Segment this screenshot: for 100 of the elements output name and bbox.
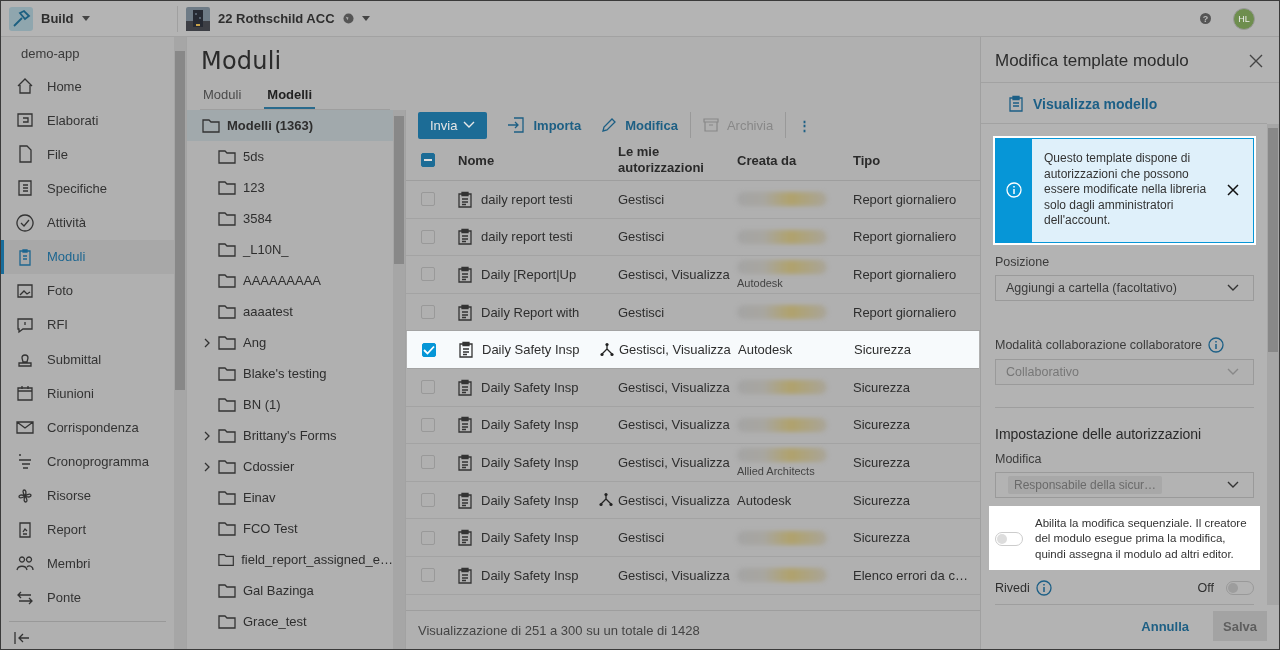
- sidebar-item[interactable]: Ponte: [1, 580, 174, 615]
- folder-icon: [218, 521, 236, 536]
- folder-icon: [218, 335, 236, 350]
- tree-item[interactable]: BN (1): [187, 389, 393, 420]
- cancel-button[interactable]: Annulla: [1141, 618, 1189, 634]
- column-header[interactable]: Creata da: [737, 152, 853, 168]
- table-row[interactable]: Daily [Report|Up Gestisci, Visualizza Autodesk Report giornaliero: [406, 256, 980, 294]
- table-cell-text: Report giornaliero: [853, 267, 958, 282]
- app-switcher[interactable]: Build: [41, 11, 90, 26]
- chevron-icon[interactable]: [203, 336, 211, 349]
- clipboard-icon: [1009, 95, 1023, 112]
- tree-item[interactable]: Grace_test: [187, 606, 393, 637]
- sidebar-item[interactable]: File: [1, 137, 174, 172]
- sidebar-item[interactable]: Corrispondenza: [1, 410, 174, 445]
- caret-icon[interactable]: [361, 16, 370, 21]
- sidebar-item[interactable]: Specifiche: [1, 171, 174, 206]
- sidebar-item[interactable]: Riunioni: [1, 376, 174, 411]
- select-all-checkbox[interactable]: [420, 153, 435, 167]
- clipboard-icon: [458, 378, 472, 396]
- tree-item[interactable]: 3584: [187, 203, 393, 234]
- user-avatar[interactable]: HL: [1233, 7, 1255, 30]
- sidebar-item[interactable]: Attività: [1, 205, 174, 240]
- help-button[interactable]: ?: [1200, 13, 1211, 24]
- table-row[interactable]: Daily Safety Insp Gestisci, Visualizza Autodesk Sicurezza: [407, 331, 979, 369]
- table-cell-text: Gestisci: [618, 191, 666, 207]
- table-cell-text: Sicurezza: [854, 342, 913, 358]
- sidebar-item[interactable]: RFI: [1, 307, 174, 342]
- table-cell-text: Gestisci: [618, 304, 666, 320]
- tree-item[interactable]: Cdossier: [187, 451, 393, 482]
- view-template-link[interactable]: Visualizza modello: [1009, 95, 1253, 112]
- table-cell-text: Gestisci, Visualizza: [618, 379, 731, 395]
- scrollbar-thumb[interactable]: [394, 116, 404, 264]
- table-row[interactable]: Daily Safety Insp Gestisci, Visualizza Sicurezza: [406, 406, 980, 445]
- table-row[interactable]: Daily Safety Insp Gestisci, Visualizza Sicurezza: [406, 368, 980, 407]
- table-row[interactable]: Daily Safety Insp Gestisci, Visualizza Elenco errori da c…: [406, 556, 980, 595]
- tree-item[interactable]: Gal Bazinga: [187, 575, 393, 606]
- sidebar-item[interactable]: Report: [1, 512, 174, 547]
- table-cell-text: Sicurezza: [853, 417, 912, 433]
- collapse-icon[interactable]: [13, 630, 31, 646]
- sidebar-item[interactable]: Cronoprogramma: [1, 444, 174, 479]
- chevron-down-icon: [1227, 367, 1239, 376]
- sidebar-item[interactable]: Risorse: [1, 478, 174, 513]
- tree-item[interactable]: Blake's testing: [187, 358, 393, 389]
- more-button[interactable]: ⋮: [798, 117, 812, 133]
- clipboard-icon: [458, 190, 472, 208]
- column-header[interactable]: Nome: [446, 152, 618, 168]
- table-row[interactable]: Daily Safety Insp Gestisci Sicurezza: [406, 519, 980, 557]
- tree-item[interactable]: Einav: [187, 482, 393, 513]
- row-checkbox[interactable]: [421, 342, 436, 357]
- table-cell-text: Gestisci, Visualizza: [618, 492, 731, 508]
- info-icon[interactable]: [1035, 580, 1052, 596]
- import-icon: [507, 117, 526, 133]
- folder-icon: [218, 304, 236, 319]
- toggle-switch[interactable]: [995, 531, 1023, 546]
- table-cell: Daily Report with: [481, 304, 580, 320]
- folder-icon: [218, 397, 236, 412]
- tree-item[interactable]: aaaatest: [187, 296, 393, 327]
- tree-item[interactable]: AAAAAAAAA: [187, 265, 393, 296]
- table-row[interactable]: daily report testi Gestisci Report giornaliero: [406, 181, 980, 219]
- scrollbar-thumb[interactable]: [175, 51, 185, 390]
- chevron-icon[interactable]: [203, 429, 211, 442]
- tree-item[interactable]: field_report_assigned_e…: [187, 544, 393, 575]
- sidebar-item[interactable]: Foto: [1, 273, 174, 308]
- table-cell: Daily Safety Insp: [481, 492, 579, 508]
- toggle-switch[interactable]: [1226, 581, 1254, 595]
- column-header[interactable]: Tipo: [853, 152, 980, 168]
- table-row[interactable]: daily report testi Gestisci Report giornaliero: [406, 218, 980, 257]
- chevron-icon[interactable]: [203, 460, 211, 473]
- toggle-state: Off: [1197, 581, 1214, 595]
- role-chip: Responsabile della sicur…: [1008, 475, 1163, 494]
- sidebar-item[interactable]: Membri: [1, 546, 174, 581]
- tree-item[interactable]: Modelli (1363): [187, 110, 393, 141]
- project-switcher[interactable]: 22 Rothschild ACC: [218, 11, 335, 26]
- tree-item[interactable]: FCO Test: [187, 513, 393, 544]
- close-icon[interactable]: [1227, 184, 1239, 197]
- tree-item[interactable]: _L10N_: [187, 234, 393, 265]
- tree-item[interactable]: Ang: [187, 327, 393, 358]
- import-button[interactable]: Importa: [507, 117, 582, 133]
- sidebar-item[interactable]: Submittal: [1, 342, 174, 377]
- tree-item[interactable]: 5ds: [187, 141, 393, 172]
- send-button[interactable]: Invia: [418, 111, 488, 139]
- folder-icon: [218, 459, 236, 474]
- tree-item[interactable]: Brittany's Forms: [187, 420, 393, 451]
- folder-icon: [218, 614, 236, 629]
- table-cell-text: Gestisci, Visualizza: [618, 267, 731, 282]
- clipboard-icon: [458, 453, 472, 471]
- edit-button[interactable]: Modifica: [601, 117, 678, 133]
- home-icon: [15, 76, 35, 97]
- tab[interactable]: Moduli: [200, 83, 245, 109]
- table-row[interactable]: Daily Safety Insp Gestisci, Visualizza Autodesk Sicurezza: [406, 481, 980, 520]
- sidebar-item[interactable]: Home: [1, 69, 174, 104]
- table-cell-text: Report giornaliero: [853, 229, 958, 245]
- table-cell-text: Elenco errori da c…: [853, 567, 969, 583]
- folder-select[interactable]: Aggiungi a cartella (facoltativo): [995, 274, 1254, 301]
- info-icon[interactable]: [1208, 336, 1225, 353]
- scrollbar-thumb[interactable]: [1268, 128, 1278, 353]
- table-row[interactable]: Daily Safety Insp Gestisci, Visualizza Allied Architects Sicurezza: [406, 444, 980, 482]
- sidebar-item[interactable]: Elaborati: [1, 103, 174, 138]
- tree-item[interactable]: 123: [187, 172, 393, 203]
- column-header[interactable]: Le mie autorizzazioni: [618, 144, 737, 176]
